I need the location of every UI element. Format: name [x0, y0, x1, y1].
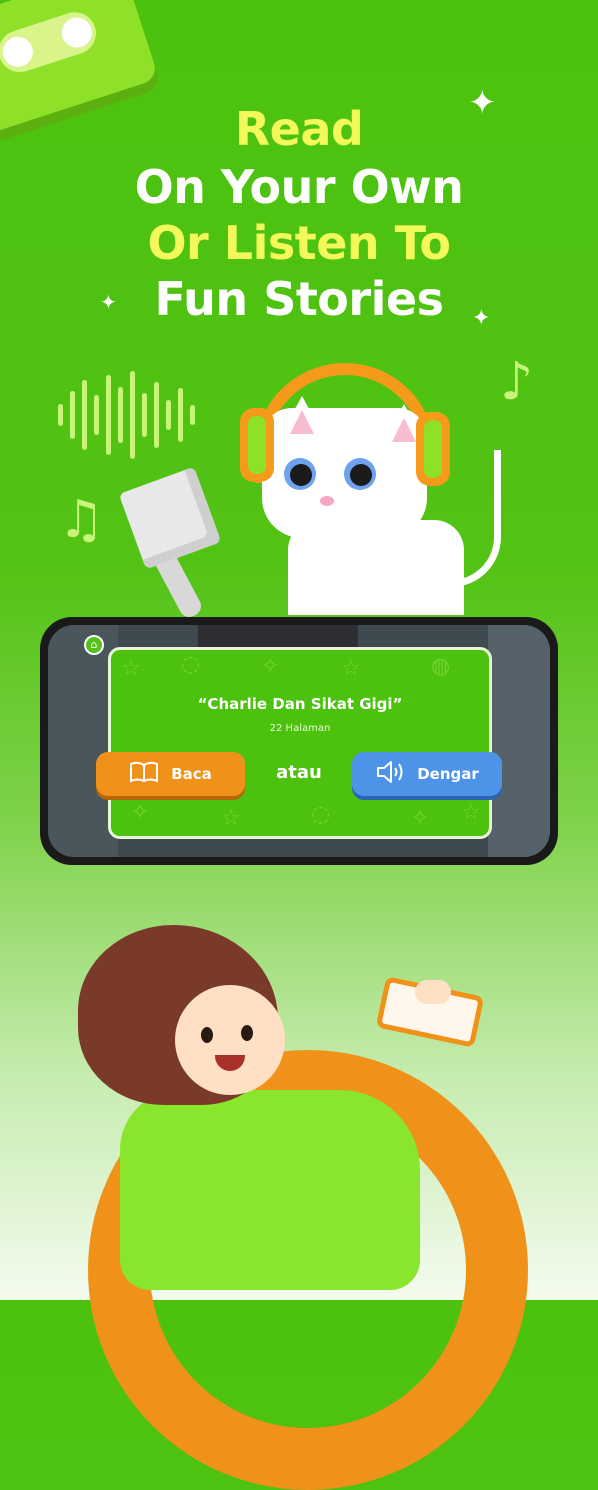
girl-hand [415, 980, 451, 1004]
girl-face [175, 985, 285, 1095]
story-page-count: 22 Halaman [269, 723, 331, 734]
headphone-cup-left [240, 408, 274, 482]
headphone-cup-right [416, 412, 450, 486]
cat-ear [278, 396, 326, 440]
microphone-icon [118, 466, 222, 570]
music-note-icon: ♫ [58, 490, 105, 550]
read-button-label: Baca [171, 765, 212, 783]
listen-button-label: Dengar [417, 765, 479, 783]
headline-line-2: On Your Own [134, 160, 464, 214]
story-card: ☆ ◌ ✧ ☆ ◍ ✧ ☆ ◌ ✧ ☆ “Charlie Dan Sikat G… [108, 647, 492, 839]
headline-line-1: Read [234, 102, 364, 156]
music-note-icon: ♪ [500, 352, 534, 412]
home-icon[interactable]: ⌂ [84, 635, 104, 655]
headline-line-4: Fun Stories [154, 272, 444, 326]
speaker-icon [375, 760, 405, 788]
story-title: “Charlie Dan Sikat Gigi” [197, 695, 403, 713]
or-label: atau [276, 762, 322, 783]
headline-line-3: Or Listen To [147, 216, 451, 270]
soundwave-icon [58, 370, 195, 460]
listen-button[interactable]: Dengar [352, 752, 502, 796]
read-button[interactable]: Baca [96, 752, 245, 796]
girl-coat [120, 1090, 420, 1290]
book-icon [129, 761, 159, 787]
